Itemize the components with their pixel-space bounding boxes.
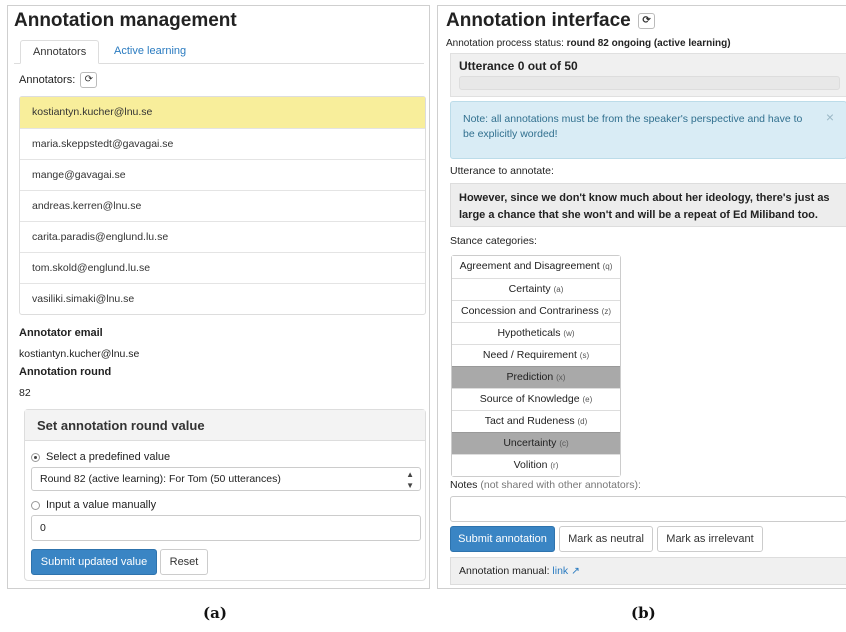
stance-category-item[interactable]: Prediction (x) <box>452 366 620 388</box>
set-round-title: Set annotation round value <box>25 410 425 441</box>
manual-radio[interactable] <box>31 500 40 510</box>
annotator-item[interactable]: maria.skeppstedt@gavagai.se <box>20 128 425 159</box>
stance-category-item[interactable]: Certainty (a) <box>452 278 620 300</box>
refresh-interface-button[interactable]: ⟳ <box>638 12 656 29</box>
stance-category-item[interactable]: Concession and Contrariness (z) <box>452 300 620 322</box>
manual-link[interactable]: link ↗ <box>552 565 580 577</box>
notes-label: Notes (not shared with other annotators)… <box>450 479 641 491</box>
mark-neutral-button[interactable]: Mark as neutral <box>559 526 653 552</box>
caption-a: (a) <box>203 604 227 622</box>
annotator-list: kostiantyn.kucher@lnu.se maria.skeppsted… <box>19 96 426 315</box>
refresh-icon: ⟳ <box>84 74 94 85</box>
submit-updated-value-button[interactable]: Submit updated value <box>31 549 157 575</box>
stance-category-item[interactable]: Agreement and Disagreement (q) <box>452 256 620 278</box>
select-arrows-icon: ▲ ▼ <box>406 470 414 490</box>
annotator-email-value: kostiantyn.kucher@lnu.se <box>19 348 140 360</box>
progress-bar <box>459 76 840 90</box>
stance-category-item[interactable]: Source of Knowledge (e) <box>452 388 620 410</box>
stance-category-item[interactable]: Uncertainty (c) <box>452 432 620 454</box>
round-select[interactable]: Round 82 (active learning): For Tom (50 … <box>31 467 421 491</box>
annotator-email-label: Annotator email <box>19 327 103 339</box>
predefined-value-option[interactable]: Select a predefined value <box>31 451 170 463</box>
predefined-radio-label: Select a predefined value <box>46 451 171 463</box>
utterance-counter: Utterance 0 out of 50 <box>459 59 578 73</box>
notes-hint: (not shared with other annotators): <box>480 479 641 491</box>
round-select-value: Round 82 (active learning): For Tom (50 … <box>40 473 281 485</box>
annotator-item[interactable]: kostiantyn.kucher@lnu.se <box>20 97 425 128</box>
refresh-annotators-button[interactable]: ⟳ <box>80 72 98 88</box>
mark-irrelevant-button[interactable]: Mark as irrelevant <box>657 526 763 552</box>
annotator-item[interactable]: andreas.kerren@lnu.se <box>20 190 425 221</box>
external-link-icon: ↗ <box>571 565 580 577</box>
stance-category-list: Agreement and Disagreement (q) Certainty… <box>451 255 621 477</box>
annotator-item[interactable]: carita.paradis@englund.lu.se <box>20 221 425 252</box>
stance-category-item[interactable]: Hypotheticals (w) <box>452 322 620 344</box>
annotator-item[interactable]: vasiliki.simaki@lnu.se <box>20 283 425 314</box>
set-round-panel: Set annotation round value Select a pred… <box>24 409 426 581</box>
manual-radio-label: Input a value manually <box>46 499 157 511</box>
tab-bar: Annotators Active learning <box>14 40 424 64</box>
annotation-management-panel: Annotation management Annotators Active … <box>7 5 430 589</box>
process-status-value: round 82 ongoing (active learning) <box>566 38 731 49</box>
annotator-item[interactable]: tom.skold@englund.lu.se <box>20 252 425 283</box>
caption-b: (b) <box>631 604 656 622</box>
stance-category-item[interactable]: Volition (r) <box>452 454 620 476</box>
manual-value-input[interactable]: 0 <box>31 515 421 541</box>
annotation-round-label: Annotation round <box>19 366 112 378</box>
notes-textarea[interactable] <box>450 496 846 522</box>
refresh-icon: ⟳ <box>642 14 651 26</box>
stance-category-item[interactable]: Tact and Rudeness (d) <box>452 410 620 432</box>
annotation-round-value: 82 <box>19 387 31 399</box>
interface-title: Annotation interface ⟳ <box>446 10 656 32</box>
submit-annotation-button[interactable]: Submit annotation <box>450 526 555 552</box>
utterance-progress-panel: Utterance 0 out of 50 <box>450 53 846 97</box>
tab-annotators[interactable]: Annotators <box>20 40 100 64</box>
stance-label: Stance categories: <box>450 235 537 247</box>
close-icon[interactable]: × <box>826 110 834 125</box>
utterance-label: Utterance to annotate: <box>450 165 554 177</box>
process-status: Annotation process status: round 82 ongo… <box>446 38 731 49</box>
predefined-radio[interactable] <box>31 452 40 462</box>
note-text: Note: all annotations must be from the s… <box>463 113 803 140</box>
stance-category-item[interactable]: Need / Requirement (s) <box>452 344 620 366</box>
annotators-label: Annotators: ⟳ <box>19 72 98 88</box>
annotation-manual-bar: Annotation manual: link ↗ <box>450 557 846 585</box>
annotator-item[interactable]: mange@gavagai.se <box>20 159 425 190</box>
manual-value-option[interactable]: Input a value manually <box>31 499 156 511</box>
page-title: Annotation management <box>14 10 237 31</box>
note-alert: Note: all annotations must be from the s… <box>450 101 846 159</box>
annotation-interface-panel: Annotation interface ⟳ Annotation proces… <box>437 5 846 589</box>
tab-active-learning[interactable]: Active learning <box>102 40 198 64</box>
utterance-text: However, since we don't know much about … <box>450 183 846 227</box>
reset-button[interactable]: Reset <box>160 549 208 575</box>
